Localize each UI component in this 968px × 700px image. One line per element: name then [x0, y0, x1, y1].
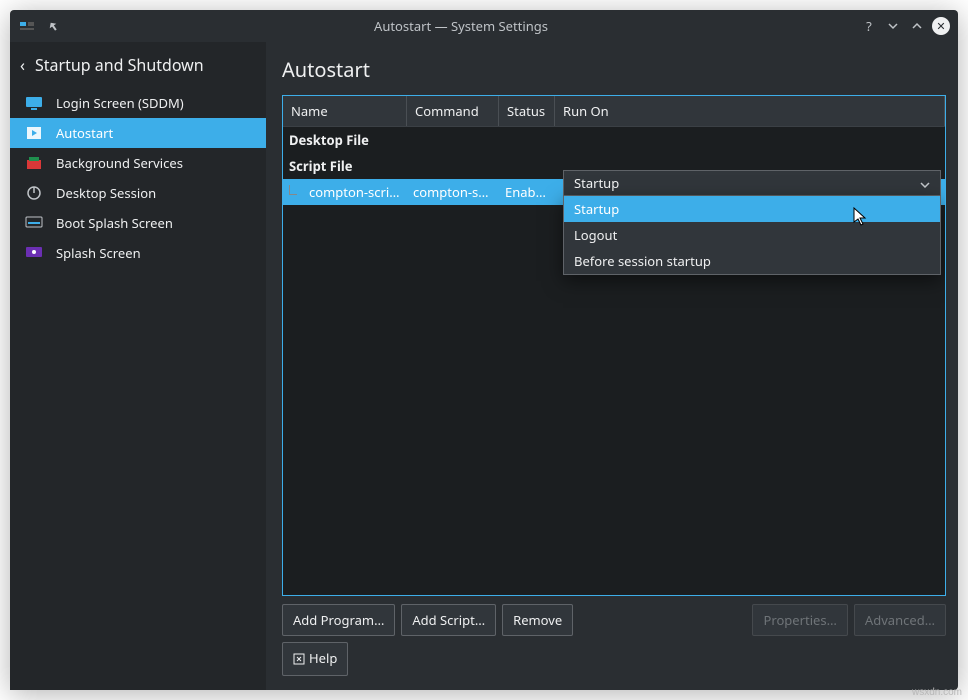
sidebar-item-autostart[interactable]: Autostart	[10, 118, 266, 148]
watermark: wsxdn.com	[912, 687, 962, 698]
sidebar-item-background-services[interactable]: Background Services	[10, 148, 266, 178]
combo-option-startup[interactable]: Startup	[564, 196, 940, 222]
help-badge-icon	[293, 651, 305, 669]
sidebar-item-splash-screen[interactable]: Splash Screen	[10, 238, 266, 268]
advanced-button: Advanced…	[854, 604, 946, 636]
help-button[interactable]: Help	[282, 642, 348, 676]
add-program-button[interactable]: Add Program…	[282, 604, 395, 636]
combobox-popup: Startup Logout Before session startup	[563, 196, 941, 275]
app-menu-icon[interactable]	[18, 17, 36, 35]
help-label: Help	[309, 649, 337, 667]
sidebar-item-boot-splash[interactable]: Boot Splash Screen	[10, 208, 266, 238]
services-icon	[24, 155, 44, 171]
settings-window: Autostart — System Settings ? ✕ ‹ Startu…	[10, 10, 958, 690]
page-title: Autostart	[282, 56, 946, 83]
properties-button: Properties…	[752, 604, 847, 636]
autostart-table: Name Command Status Run On Desktop File …	[282, 95, 946, 596]
main-panel: Autostart Name Command Status Run On Des…	[266, 42, 958, 690]
sidebar-item-desktop-session[interactable]: Desktop Session	[10, 178, 266, 208]
button-row: Add Program… Add Script… Remove Properti…	[282, 596, 946, 642]
cell-name: compton-script.sh	[303, 179, 407, 205]
help-row: Help	[282, 642, 946, 682]
combobox-button[interactable]: Startup	[563, 170, 941, 196]
combobox-value: Startup	[574, 174, 619, 192]
minimize-icon[interactable]	[884, 17, 902, 35]
section-desktop-file[interactable]: Desktop File	[283, 127, 945, 153]
table-header: Name Command Status Run On	[283, 96, 945, 127]
sidebar: ‹ Startup and Shutdown Login Screen (SDD…	[10, 42, 266, 690]
col-command[interactable]: Command	[407, 96, 499, 126]
close-icon[interactable]: ✕	[932, 17, 950, 35]
sidebar-item-login-screen[interactable]: Login Screen (SDDM)	[10, 88, 266, 118]
cell-status: Enabled	[499, 179, 555, 205]
power-icon	[24, 185, 44, 201]
sidebar-header-label: Startup and Shutdown	[35, 54, 204, 76]
sidebar-item-label: Background Services	[56, 154, 183, 172]
sidebar-item-label: Boot Splash Screen	[56, 214, 173, 232]
sidebar-item-label: Login Screen (SDDM)	[56, 94, 184, 112]
monitor-icon	[24, 95, 44, 111]
boot-splash-icon	[24, 215, 44, 231]
window-title: Autostart — System Settings	[62, 17, 860, 35]
titlebar: Autostart — System Settings ? ✕	[10, 10, 958, 42]
col-runon[interactable]: Run On	[555, 96, 945, 126]
col-status[interactable]: Status	[499, 96, 555, 126]
maximize-icon[interactable]	[908, 17, 926, 35]
add-script-button[interactable]: Add Script…	[401, 604, 496, 636]
pin-icon[interactable]	[44, 17, 62, 35]
splash-icon	[24, 245, 44, 261]
sidebar-item-label: Desktop Session	[56, 184, 156, 202]
play-icon	[24, 125, 44, 141]
sidebar-back[interactable]: ‹ Startup and Shutdown	[10, 46, 266, 88]
help-icon[interactable]: ?	[860, 17, 878, 35]
combo-option-logout[interactable]: Logout	[564, 222, 940, 248]
tree-expander-icon	[283, 185, 303, 199]
chevron-left-icon: ‹	[20, 54, 25, 76]
col-name[interactable]: Name	[283, 96, 407, 126]
cell-command: compton-scri…	[407, 179, 499, 205]
runon-combobox[interactable]: Startup Startup Logout Before session st…	[563, 170, 941, 275]
combo-option-before-session[interactable]: Before session startup	[564, 248, 940, 274]
chevron-down-icon	[920, 174, 930, 192]
sidebar-item-label: Splash Screen	[56, 244, 141, 262]
remove-button[interactable]: Remove	[502, 604, 573, 636]
sidebar-item-label: Autostart	[56, 124, 113, 142]
